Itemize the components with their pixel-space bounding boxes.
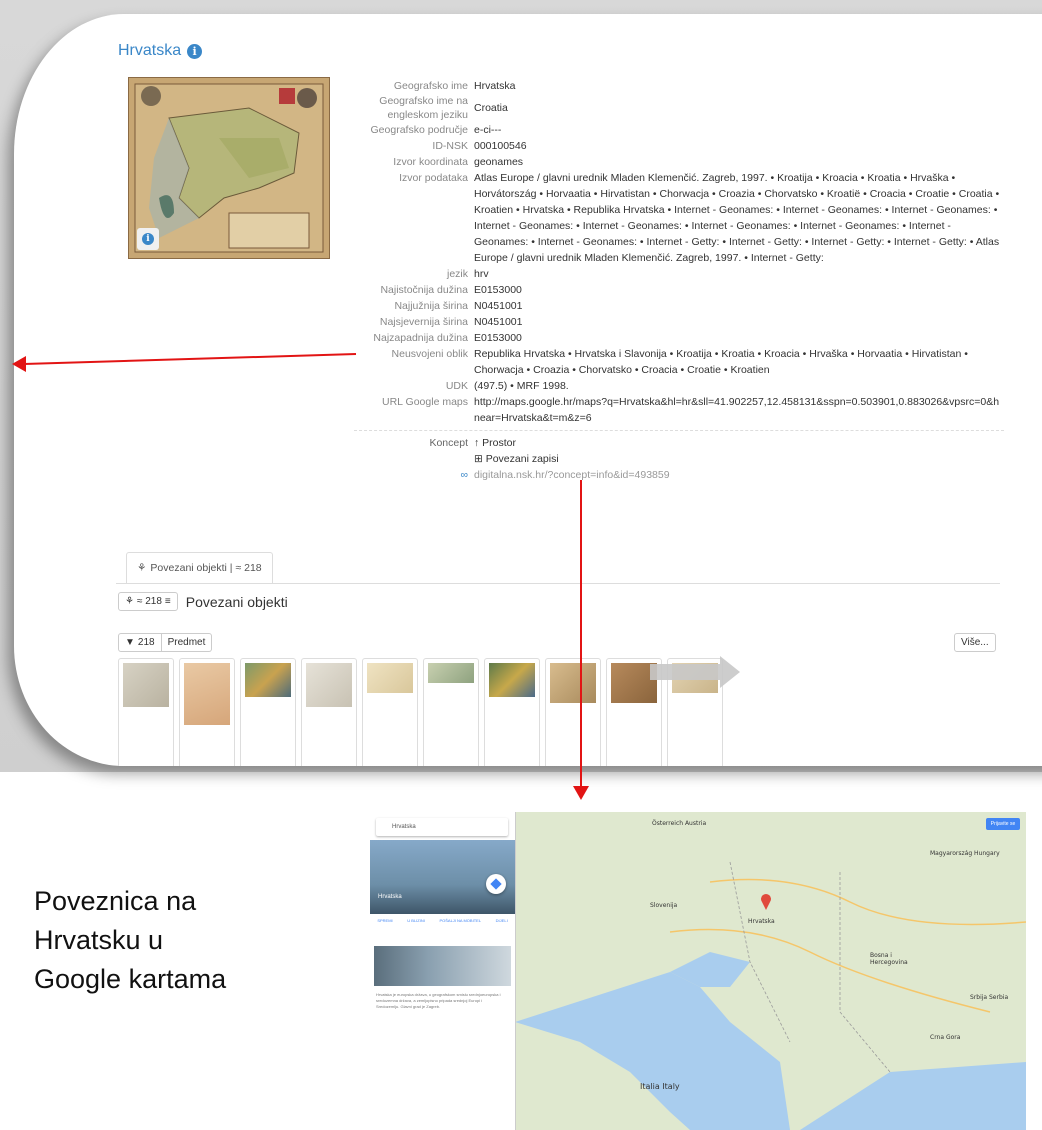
place-actions: SPREMI U BLIZINI POŠALJI NA MOBITEL DIJE… [370,914,515,938]
city-label: Bosna i Hercegovina [870,952,908,966]
city-label: Srbija Serbia [970,994,1009,1001]
city-label: Magyarország Hungary [930,850,1000,857]
nearby-action[interactable]: U BLIZINI [407,918,425,923]
google-maps-screenshot: Österreich Austria Magyarország Hungary … [370,812,1026,1130]
maps-search-input[interactable]: Hrvatska [376,818,508,836]
city-label: Österreich Austria [652,820,707,827]
city-label: Crna Gora [930,1034,961,1041]
place-name: Hrvatska [378,894,402,900]
directions-button[interactable] [486,874,506,894]
city-label: Italia Italy [640,1082,680,1091]
caption: Poveznica na Hrvatsku u Google kartama [34,882,226,999]
send-to-phone-action[interactable]: POŠALJI NA MOBITEL [439,918,481,923]
photos-strip[interactable] [374,946,511,986]
maps-search-text: Hrvatska [392,824,416,830]
maps-side-panel: Hrvatska Hrvatska SPREMI U BLIZINI POŠAL… [370,812,516,1130]
caption-line: Google kartama [34,964,227,994]
sign-in-button[interactable]: Prijavite se [986,818,1020,830]
place-description: Hrvatska je europska država, u geografsk… [376,992,501,1009]
save-action[interactable]: SPREMI [377,918,392,923]
caption-line: Hrvatsku u [34,925,164,955]
city-label: Hrvatska [748,918,775,925]
share-action[interactable]: DIJELI [496,918,508,923]
city-label: Slovenija [650,902,678,909]
caption-line: Poveznica na [34,886,197,916]
